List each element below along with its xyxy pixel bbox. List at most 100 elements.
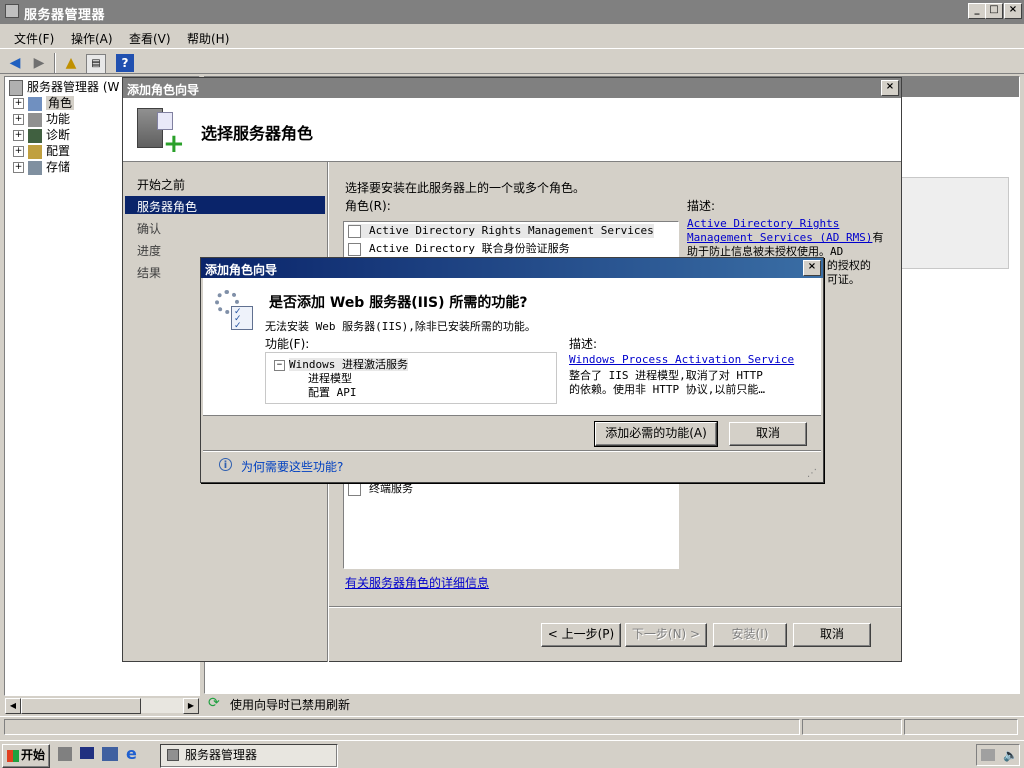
next-button[interactable]: 下一步(N) > [625,623,707,647]
tree-item-storage[interactable]: + 存储 [13,158,70,175]
dialog-title: 添加角色向导 [205,263,278,277]
expand-icon[interactable]: + [13,162,24,173]
required-features-dialog: 添加角色向导 × ✓ ✓ ✓ 是否添加 Web 服务器(IIS) 所需的功能? 无法… [200,257,824,483]
role-item[interactable]: Active Directory Rights Management Servi… [348,224,654,238]
scroll-right-button[interactable]: ▶ [183,698,199,714]
show-hide-tree-icon[interactable]: ▤ [86,54,106,74]
nav-item-confirmation[interactable]: 确认 [137,220,161,237]
content-panel [901,177,1009,269]
wizard-titlebar[interactable]: 添加角色向导 × [123,78,901,98]
wizard-cancel-button[interactable]: 取消 [793,623,871,647]
refresh-disabled-icon: ⟳ [208,695,220,711]
nav-item-server-roles[interactable]: 服务器角色 [125,196,325,214]
back-arrow-icon[interactable]: ◀ [6,54,24,72]
main-titlebar[interactable]: 服务器管理器 _ □ × [0,0,1024,24]
quicklaunch-server-icon[interactable] [58,747,72,761]
quicklaunch-ie-icon[interactable]: e [126,746,142,762]
server-add-icon: + [137,108,185,157]
expand-icon[interactable]: + [13,114,24,125]
close-button[interactable]: × [1004,3,1022,19]
status-cell [904,719,1018,735]
expand-icon[interactable]: + [13,146,24,157]
roles-label: 角色(R): [345,199,391,213]
forward-arrow-icon[interactable]: ▶ [30,54,48,72]
start-button[interactable]: 开始 [2,744,50,768]
dialog-footer-separator [203,450,821,452]
description-link[interactable]: Management Services (AD RMS) [687,231,872,244]
back-button[interactable]: < 上一步(P) [541,623,621,647]
features-icon [28,112,42,127]
status-area: ⟳ 使用向导时已禁用刷新 [206,694,806,712]
dialog-body: ✓ ✓ ✓ 是否添加 Web 服务器(IIS) 所需的功能? 无法安装 Web 服务… [203,278,821,416]
minimize-button[interactable]: _ [968,3,986,19]
features-label: 功能(F): [265,337,310,351]
add-required-features-button[interactable]: 添加必需的功能(A) [594,421,718,447]
feature-child: 配置 API [308,386,357,399]
up-folder-icon[interactable]: ▲ [62,54,80,72]
nav-item-results[interactable]: 结果 [137,264,161,281]
nav-item-progress[interactable]: 进度 [137,242,161,259]
features-gear-icon: ✓ ✓ ✓ [215,290,257,332]
role-checkbox[interactable] [348,482,361,496]
app-icon [5,4,19,18]
dialog-cancel-button[interactable]: 取消 [729,422,807,446]
help-icon[interactable]: ? [116,54,134,72]
tree-item-diagnostics[interactable]: + 诊断 [13,126,70,143]
tray-speaker-icon[interactable]: 🔈 [1003,748,1018,762]
install-button[interactable]: 安装(I) [713,623,787,647]
tree-root[interactable]: 服务器管理器 (W [9,78,119,96]
description-label: 描述: [687,199,716,213]
quicklaunch-powershell-icon[interactable] [80,747,94,759]
tree-item-configuration[interactable]: + 配置 [13,142,70,159]
toolbar: ◀ ▶ ▲ ▤ ? [0,48,1024,74]
storage-icon [28,160,42,175]
status-message: 使用向导时已禁用刷新 [230,698,351,712]
system-tray: 🔈 [976,744,1020,766]
window-title: 服务器管理器 [24,8,106,23]
menu-bar: 文件(F) 操作(A) 查看(V) 帮助(H) [0,24,1024,48]
menu-view[interactable]: 查看(V) [129,30,171,47]
expand-icon[interactable]: + [13,98,24,109]
wizard-header: + 选择服务器角色 [123,98,901,162]
why-features-link[interactable]: 为何需要这些功能? [241,458,343,475]
windows-logo-icon [6,749,19,762]
wizard-page-heading: 选择服务器角色 [201,124,314,143]
roles-icon [28,96,42,111]
tray-printer-icon[interactable] [981,749,995,761]
status-cell [4,719,800,735]
server-icon [167,749,179,761]
role-checkbox[interactable] [348,242,361,256]
maximize-button[interactable]: □ [985,3,1003,19]
instruction-text: 选择要安装在此服务器上的一个或多个角色。 [345,181,586,195]
more-info-link[interactable]: 有关服务器角色的详细信息 [345,574,489,591]
role-item[interactable]: Active Directory 联合身份验证服务 [348,240,570,256]
status-cell [802,719,902,735]
wizard-title: 添加角色向导 [127,83,200,97]
dialog-subtext: 无法安装 Web 服务器(IIS),除非已安装所需的功能。 [265,320,536,333]
taskbar: 开始 e 服务器管理器 🔈 [0,740,1024,768]
dialog-description-line: 的依赖。使用非 HTTP 协议,以前只能… [569,383,765,396]
collapse-icon[interactable]: − [274,359,285,371]
role-checkbox[interactable] [348,224,361,238]
tree-item-features[interactable]: + 功能 [13,110,70,127]
bottom-status-bar [0,716,1024,736]
dialog-titlebar[interactable]: 添加角色向导 × [201,258,823,278]
expand-icon[interactable]: + [13,130,24,141]
taskbar-task-server-manager[interactable]: 服务器管理器 [160,744,338,768]
scroll-thumb[interactable] [21,698,141,714]
menu-help[interactable]: 帮助(H) [187,30,229,47]
nav-item-before-you-begin[interactable]: 开始之前 [137,176,185,193]
quicklaunch-desktop-icon[interactable] [102,747,118,761]
dialog-description-link[interactable]: Windows Process Activation Service [569,353,794,366]
dialog-close-button[interactable]: × [803,260,821,276]
dialog-heading: 是否添加 Web 服务器(IIS) 所需的功能? [269,295,528,311]
menu-action[interactable]: 操作(A) [71,30,113,47]
resize-grip-icon[interactable]: ⋰ [807,468,819,480]
scroll-left-button[interactable]: ◀ [5,698,21,714]
tree-item-roles[interactable]: + 角色 [13,94,75,111]
tree-hscrollbar[interactable]: ◀ ▶ [5,697,199,714]
wizard-close-button[interactable]: × [881,80,899,96]
wizard-footer-separator [329,606,901,608]
menu-file[interactable]: 文件(F) [14,30,54,47]
description-link[interactable]: Active Directory Rights [687,217,839,230]
